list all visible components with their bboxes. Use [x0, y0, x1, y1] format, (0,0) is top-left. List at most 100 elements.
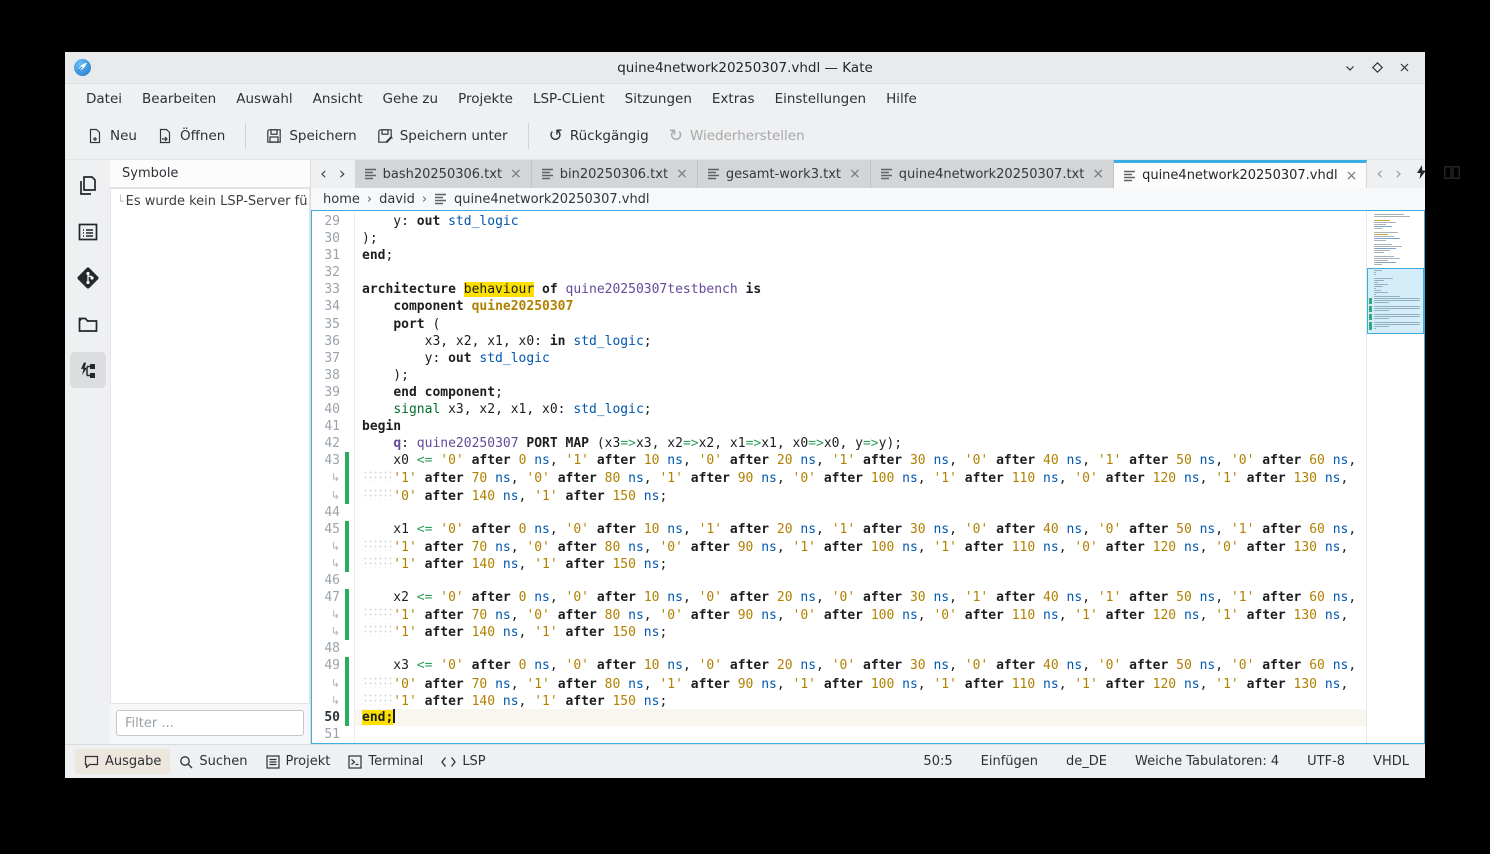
- line-number[interactable]: ↳: [312, 692, 340, 709]
- menu-item-extras[interactable]: Extras: [702, 87, 765, 111]
- code-line[interactable]: ↳'1' after 70 ns, '0' after 80 ns, '0' a…: [312, 606, 1366, 623]
- line-number[interactable]: ↳: [312, 555, 340, 572]
- tab-close-icon[interactable]: ×: [849, 166, 861, 182]
- history-back-icon[interactable]: ‹: [315, 166, 332, 183]
- menu-item-datei[interactable]: Datei: [76, 87, 132, 111]
- code-line-text[interactable]: component quine20250307: [362, 298, 1366, 315]
- code-line[interactable]: 43 x0 <= '0' after 0 ns, '1' after 10 ns…: [312, 452, 1366, 469]
- code-line[interactable]: ↳'1' after 70 ns, '0' after 80 ns, '1' a…: [312, 469, 1366, 486]
- title-bar[interactable]: quine4network20250307.vhdl — Kate: [65, 52, 1425, 84]
- code-line[interactable]: ↳ '1' after 140 ns, '1' after 150 ns;: [312, 555, 1366, 572]
- line-number[interactable]: ↳: [312, 675, 340, 692]
- code-line[interactable]: 33architecture behaviour of quine2025030…: [312, 281, 1366, 298]
- line-number[interactable]: ↳: [312, 487, 340, 504]
- line-number[interactable]: 39: [312, 384, 340, 401]
- code-line[interactable]: 38 );: [312, 367, 1366, 384]
- terminal-panel-button[interactable]: Terminal: [339, 749, 432, 774]
- code-line[interactable]: ↳'1' after 140 ns, '1' after 150 ns;: [312, 623, 1366, 640]
- maximize-icon[interactable]: [1368, 59, 1386, 77]
- code-line[interactable]: 40 signal x3, x2, x1, x0: std_logic;: [312, 401, 1366, 418]
- code-line[interactable]: ↳ '1' after 140 ns, '1' after 150 ns;: [312, 692, 1366, 709]
- dictionary[interactable]: de_DE: [1066, 754, 1107, 769]
- code-line[interactable]: 32: [312, 264, 1366, 281]
- input-mode[interactable]: Einfügen: [981, 754, 1038, 769]
- code-line[interactable]: 31end;: [312, 247, 1366, 264]
- code-line-text[interactable]: '0' after 70 ns, '1' after 80 ns, '1' af…: [362, 675, 1366, 692]
- code-line[interactable]: ↳ '1' after 70 ns, '0' after 80 ns, '0' a…: [312, 538, 1366, 555]
- code-line-text[interactable]: signal x3, x2, x1, x0: std_logic;: [362, 401, 1366, 418]
- code-line-text[interactable]: x3 <= '0' after 0 ns, '0' after 10 ns, '…: [362, 657, 1366, 674]
- code-line[interactable]: 46: [312, 572, 1366, 589]
- tab-gesamt-work3.txt[interactable]: gesamt-work3.txt×: [698, 160, 871, 188]
- line-number[interactable]: 51: [312, 726, 340, 743]
- code-line[interactable]: 37 y: out std_logic: [312, 350, 1366, 367]
- menu-item-lsp-client[interactable]: LSP-CLient: [523, 87, 615, 111]
- code-area[interactable]: 29 y: out std_logic30);31end;3233archite…: [312, 211, 1366, 743]
- line-number[interactable]: 46: [312, 572, 340, 589]
- code-line-text[interactable]: end component;: [362, 384, 1366, 401]
- code-line[interactable]: 50end;: [312, 709, 1366, 726]
- code-line[interactable]: 29 y: out std_logic: [312, 213, 1366, 230]
- code-line-text[interactable]: end;: [362, 247, 1366, 264]
- minimize-icon[interactable]: [1341, 59, 1359, 77]
- lsp-panel-button[interactable]: LSP: [432, 749, 494, 774]
- tab-bin20250306.txt[interactable]: bin20250306.txt×: [532, 160, 698, 188]
- code-line-text[interactable]: '1' after 70 ns, '0' after 80 ns, '0' af…: [362, 538, 1366, 555]
- tab-scroll-right-icon[interactable]: ›: [1390, 166, 1407, 183]
- code-line-text[interactable]: port (: [362, 316, 1366, 333]
- breadcrumb-dir-home[interactable]: home: [323, 192, 360, 207]
- tab-close-icon[interactable]: ×: [510, 166, 522, 182]
- line-number[interactable]: 45: [312, 521, 340, 538]
- line-number[interactable]: 33: [312, 281, 340, 298]
- filesystem-panel-icon[interactable]: [70, 306, 106, 342]
- new-button[interactable]: Neu: [77, 121, 147, 151]
- syntax-language[interactable]: VHDL: [1373, 754, 1409, 769]
- code-line-text[interactable]: [362, 726, 1366, 743]
- redo-button[interactable]: ↻ Wiederherstellen: [659, 121, 815, 151]
- line-number[interactable]: 50: [312, 709, 340, 726]
- documents-panel-icon[interactable]: [70, 168, 106, 204]
- code-line[interactable]: 34 component quine20250307: [312, 298, 1366, 315]
- code-line-text[interactable]: '1' after 140 ns, '1' after 150 ns;: [362, 555, 1366, 572]
- minimap-scrollbar[interactable]: [1366, 211, 1424, 743]
- menu-item-bearbeiten[interactable]: Bearbeiten: [132, 87, 226, 111]
- menu-item-gehe-zu[interactable]: Gehe zu: [373, 87, 449, 111]
- code-line-text[interactable]: x1 <= '0' after 0 ns, '0' after 10 ns, '…: [362, 521, 1366, 538]
- code-line[interactable]: ↳ '0' after 140 ns, '1' after 150 ns;: [312, 487, 1366, 504]
- line-number[interactable]: ↳: [312, 538, 340, 555]
- undo-button[interactable]: ↺ Rückgängig: [539, 121, 659, 151]
- code-line-text[interactable]: [362, 264, 1366, 281]
- tab-quine4network20250307.txt[interactable]: quine4network20250307.txt×: [871, 160, 1114, 188]
- line-number[interactable]: 32: [312, 264, 340, 281]
- breadcrumb-file[interactable]: quine4network20250307.vhdl: [454, 192, 650, 207]
- quick-open-icon[interactable]: [1409, 165, 1434, 183]
- line-number[interactable]: 49: [312, 657, 340, 674]
- code-line-text[interactable]: '1' after 140 ns, '1' after 150 ns;: [362, 692, 1366, 709]
- tab-scroll-left-icon[interactable]: ‹: [1371, 166, 1388, 183]
- tab-mode[interactable]: Weiche Tabulatoren: 4: [1135, 754, 1279, 769]
- code-line[interactable]: 49 x3 <= '0' after 0 ns, '0' after 10 ns…: [312, 657, 1366, 674]
- code-line-text[interactable]: y: out std_logic: [362, 350, 1366, 367]
- breadcrumb-dir-david[interactable]: david: [379, 192, 415, 207]
- line-number[interactable]: 44: [312, 504, 340, 521]
- line-number[interactable]: 41: [312, 418, 340, 435]
- code-line[interactable]: ↳ '0' after 70 ns, '1' after 80 ns, '1' a…: [312, 675, 1366, 692]
- save-as-button[interactable]: Speichern unter: [367, 121, 518, 151]
- line-number[interactable]: ↳: [312, 623, 340, 640]
- history-forward-icon[interactable]: ›: [334, 166, 351, 183]
- code-line[interactable]: 39 end component;: [312, 384, 1366, 401]
- line-number[interactable]: 40: [312, 401, 340, 418]
- code-line[interactable]: 36 x3, x2, x1, x0: in std_logic;: [312, 333, 1366, 350]
- tree-item-no-lsp[interactable]: └ Es wurde kein LSP-Server fü...: [111, 189, 309, 213]
- code-line-text[interactable]: y: out std_logic: [362, 213, 1366, 230]
- code-line-text[interactable]: x3, x2, x1, x0: in std_logic;: [362, 333, 1366, 350]
- line-number[interactable]: ↳: [312, 606, 340, 623]
- line-number[interactable]: 48: [312, 640, 340, 657]
- line-number[interactable]: 29: [312, 213, 340, 230]
- line-number[interactable]: 38: [312, 367, 340, 384]
- line-number[interactable]: 35: [312, 316, 340, 333]
- menu-item-sitzungen[interactable]: Sitzungen: [615, 87, 702, 111]
- project-panel-button[interactable]: Projekt: [257, 749, 340, 774]
- code-line-text[interactable]: '0' after 140 ns, '1' after 150 ns;: [362, 487, 1366, 504]
- close-icon[interactable]: [1395, 59, 1413, 77]
